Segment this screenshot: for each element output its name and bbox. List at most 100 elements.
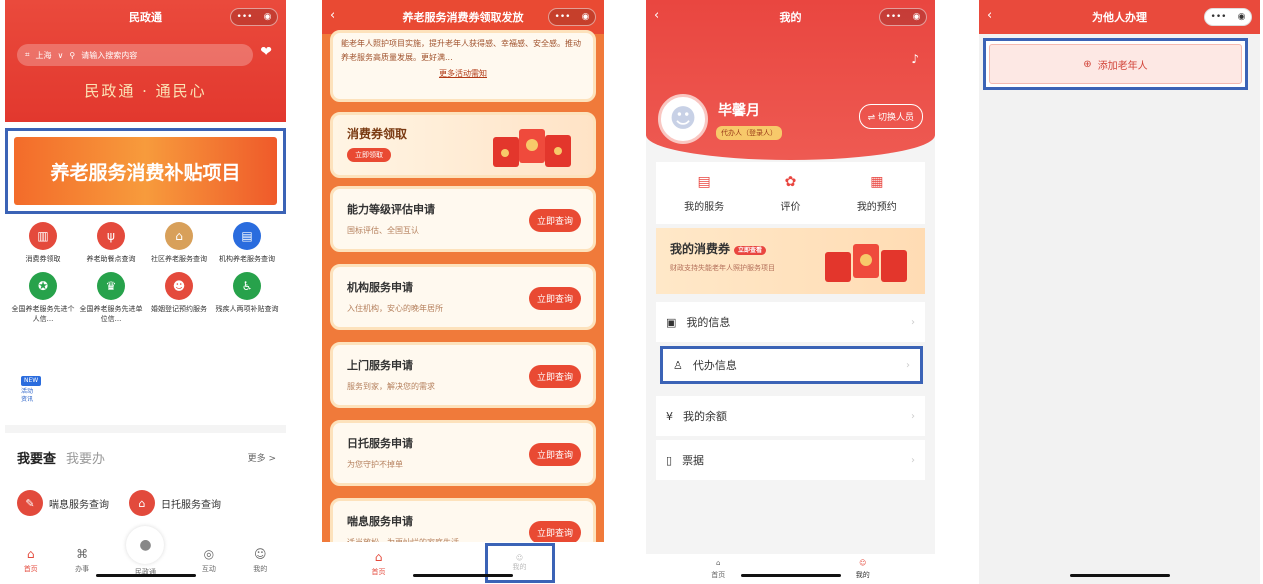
query-button[interactable]: 立即查询 [528,365,581,388]
mini-program-capsule[interactable]: ••• ◉ [230,8,278,26]
tabbar-interact[interactable]: ◎ 互动 [202,547,216,574]
grid-item[interactable]: ⌂ 社区养老服务查询 [145,222,213,264]
query-button[interactable]: 立即查询 [528,521,581,544]
mini-program-capsule[interactable]: ••• ◉ [879,8,927,26]
more-notice-link[interactable]: 更多活动需知 [341,67,585,81]
service-card[interactable]: 机构服务申请 入住机构，安心的晚年居所 立即查询 [330,264,596,330]
menu-label: 我的余额 [683,410,727,423]
tabbar-label: 互动 [201,564,216,573]
intro-card: 能老年人照护项目实施，提升老年人获得感、幸福感、安全感。推动养老服务高质量发展。… [330,30,596,102]
tabbar-home[interactable]: ⌂ 首页 [372,550,386,577]
wheelchair-icon: ♿ [233,272,261,300]
grid-item[interactable]: ▤ 机构养老服务查询 [213,222,281,264]
tab-handle[interactable]: 我要办 [66,448,105,467]
bottom-tabbar: ⌂ 首页 ☺ 我的 [646,554,935,584]
grid-item[interactable]: ☻ 婚姻登记预约服务 [145,272,213,324]
query-button[interactable]: 立即查询 [528,209,581,232]
logo-icon: ● [126,525,165,564]
voucher-card[interactable]: 消费券领取 立即领取 [330,112,596,178]
search-input[interactable] [81,50,202,60]
menu-balance[interactable]: ¥ 我的余额 › [656,396,925,436]
grid-item[interactable]: ✪ 全国养老服务先进个人信... [9,272,77,324]
grid-item[interactable]: ▥ 消费券领取 [9,222,77,264]
intro-text: 能老年人照护项目实施，提升老年人获得感、幸福感、安全感。推动养老服务高质量发展。… [341,39,581,62]
grid-label: 消费券领取 [25,255,61,263]
close-target-icon[interactable]: ◉ [913,12,921,22]
quick-label: 日托服务查询 [161,499,221,511]
service-card[interactable]: 日托服务申请 为您守护不掉单 立即查询 [330,420,596,486]
wallet-icon: ¥ [666,409,673,423]
tabbar-home[interactable]: ⌂ 首页 [711,559,725,580]
news-entry[interactable]: NEW 活动 资讯 [21,376,42,404]
service-card[interactable]: 上门服务申请 服务到家，解决您的需求 立即查询 [330,342,596,408]
query-tabs: 我要查 我要办 更多 > [17,448,276,467]
tabbar-mine[interactable]: ☺ 我的 [253,547,267,574]
more-dots-icon[interactable]: ••• [1211,12,1227,22]
tabbar-mine-highlighted[interactable]: ☺ 我的 [484,543,555,583]
switch-person-button[interactable]: ⇌ 切换人员 [858,104,923,129]
close-target-icon[interactable]: ◉ [264,12,272,22]
tabbar-label: 我的 [855,570,870,579]
more-link[interactable]: 更多 > [248,451,276,464]
grid-item[interactable]: ψ 养老助餐点查询 [77,222,145,264]
user-icon: ☺ [515,554,524,562]
quick-daycare[interactable]: ⌂ 日托服务查询 [129,490,221,516]
grid-label: 全国养老服务先进个人信... [11,305,75,323]
red-envelope-icon [493,129,571,167]
tabbar-services[interactable]: ⌘ 办事 [75,547,89,574]
my-service[interactable]: ▤ 我的服务 [684,174,724,213]
service-label: 评价 [780,201,801,213]
banner-text[interactable]: 养老服务消费补贴项目 [14,137,277,205]
tabbar-label: 首页 [371,567,386,576]
highlighted-banner[interactable]: 养老服务消费补贴项目 [5,128,286,214]
home-icon: ⌂ [716,558,721,567]
my-coupon-card[interactable]: 我的消费券 立即查看 财政支持失能老年人照护服务项目 [656,228,925,294]
home-indicator [413,574,513,577]
tabbar-home[interactable]: ⌂ 首页 [24,547,38,574]
home-indicator [740,574,841,577]
mascot-icon[interactable]: ❤ [260,44,272,60]
search-bar[interactable]: ⌗ 上海 ∨ ⚲ [17,44,253,66]
avatar[interactable]: ☻ [658,94,708,144]
phone-proxy: ‹ 为他人办理 ••• ◉ ⊕ 添加老年人 [979,0,1260,584]
mini-program-capsule[interactable]: ••• ◉ [1204,8,1252,26]
service-label: 我的预约 [856,201,897,213]
view-now-button[interactable]: 立即查看 [734,246,767,255]
more-dots-icon[interactable]: ••• [555,12,571,22]
add-elder-button[interactable]: ⊕ 添加老年人 [989,44,1242,84]
claim-button[interactable]: 立即领取 [347,148,391,162]
close-target-icon[interactable]: ◉ [1238,12,1246,22]
news-label: 活动 [21,388,34,395]
add-elder-highlight: ⊕ 添加老年人 [983,38,1248,90]
more-dots-icon[interactable]: ••• [237,12,253,22]
grid-item[interactable]: ♿ 残疾人两项补贴查询 [213,272,281,324]
my-appointment[interactable]: ▦ 我的预约 [857,174,897,213]
grid-item[interactable]: ♛ 全国养老服务先进单位信... [77,272,145,324]
more-dots-icon[interactable]: ••• [886,12,902,22]
coupon-title: 我的消费券 [670,242,731,256]
menu-proxy-info[interactable]: ♙ 代办信息 › [660,346,923,384]
close-target-icon[interactable]: ◉ [582,12,590,22]
grid-label: 残疾人两项补贴查询 [215,305,279,313]
city-selector[interactable]: 上海 [36,50,52,61]
home-indicator [95,574,196,577]
proxy-header: ‹ 为他人办理 ••• ◉ [979,0,1260,34]
scan-icon[interactable]: ⌗ [25,50,30,60]
menu-my-info[interactable]: ▣ 我的信息 › [656,302,925,342]
menu-receipt[interactable]: ▯ 票据 › [656,440,925,480]
home-indicator [1069,574,1170,577]
bell-icon[interactable]: ♪ [911,52,919,66]
tabbar-mine[interactable]: ☺ 我的 [856,559,870,580]
quick-respite[interactable]: ✎ 喘息服务查询 [17,490,109,516]
tabbar-center[interactable]: ● 民政通 [126,525,165,577]
mini-program-capsule[interactable]: ••• ◉ [548,8,596,26]
query-button[interactable]: 立即查询 [528,287,581,310]
chevron-right-icon: › [906,359,910,371]
phone-voucher: ‹ 养老服务消费券领取发放 ••• ◉ 能老年人照护项目实施，提升老年人获得感、幸… [322,0,604,584]
slogan: 民政通 · 通民心 [84,82,207,100]
query-button[interactable]: 立即查询 [528,443,581,466]
tab-query[interactable]: 我要查 [17,448,56,467]
user-name: 毕馨月 [718,103,760,119]
evaluate[interactable]: ✿ 评价 [780,174,800,213]
service-card[interactable]: 能力等级评估申请 国标评估、全国互认 立即查询 [330,186,596,252]
